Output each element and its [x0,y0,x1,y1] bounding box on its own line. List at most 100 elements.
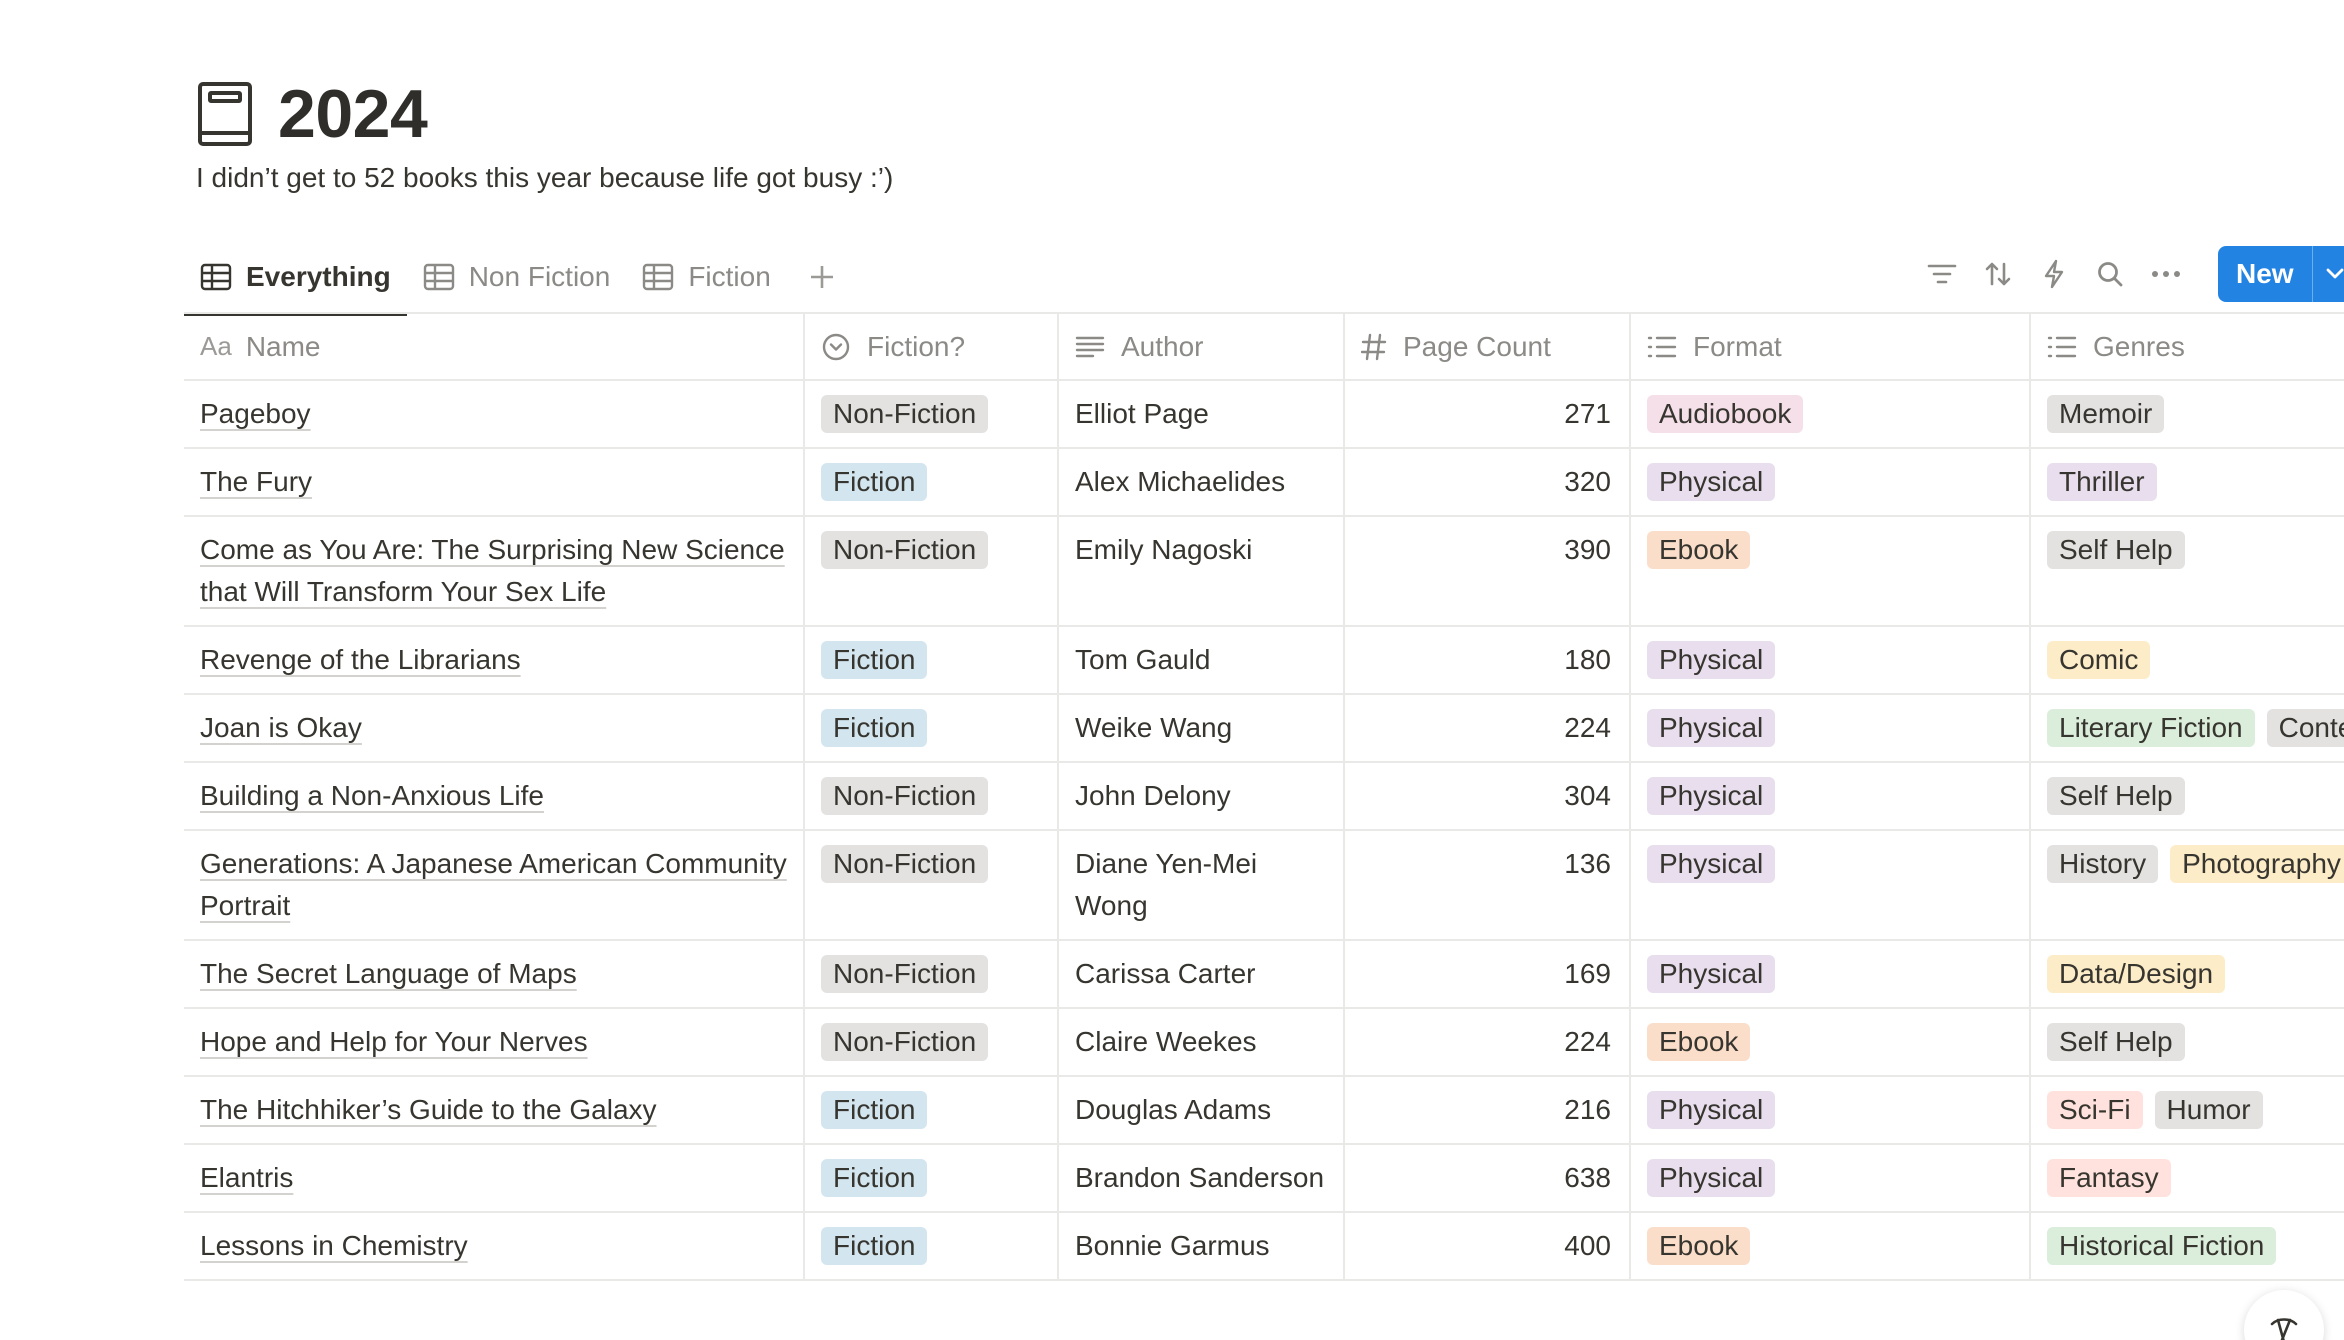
cell-author[interactable]: Tom Gauld [1058,626,1345,695]
cell-name[interactable]: The Hitchhiker’s Guide to the Galaxy [184,1076,805,1145]
cell-author[interactable]: Emily Nagoski [1058,516,1345,627]
cell-page-count[interactable]: 136 [1344,830,1631,941]
cell-author[interactable]: Alex Michaelides [1058,448,1345,517]
book-title-link[interactable]: The Fury [200,466,312,497]
table-row[interactable]: Elantris Fiction Brandon Sanderson 638 Physi… [184,1144,2344,1213]
cell-genres[interactable]: Memoir [2030,380,2344,449]
cell-fiction[interactable]: Fiction [804,448,1059,517]
table-row[interactable]: The Hitchhiker’s Guide to the Galaxy Fict… [184,1076,2344,1145]
cell-format[interactable]: Physical [1630,830,2031,941]
cell-format[interactable]: Ebook [1630,1212,2031,1281]
cell-genres[interactable]: Data/Design [2030,940,2344,1009]
cell-genres[interactable]: Self Help [2030,516,2344,627]
column-header-genres[interactable]: Genres [2030,314,2344,381]
book-title-link[interactable]: Come as You Are: The Surprising New Scie… [200,534,785,607]
book-title-link[interactable]: The Hitchhiker’s Guide to the Galaxy [200,1094,657,1125]
table-row[interactable]: Hope and Help for Your Nerves Non-Fiction… [184,1008,2344,1077]
automation-button[interactable] [2026,246,2082,302]
table-row[interactable]: Joan is Okay Fiction Weike Wang 224 Physical… [184,694,2344,763]
more-button[interactable] [2138,246,2194,302]
cell-genres[interactable]: Fantasy [2030,1144,2344,1213]
table-row[interactable]: Revenge of the Librarians Fiction Tom Gaul… [184,626,2344,695]
cell-fiction[interactable]: Non-Fiction [804,940,1059,1009]
cell-fiction[interactable]: Fiction [804,626,1059,695]
cell-genres[interactable]: Sci-Fi Humor [2030,1076,2344,1145]
cell-name[interactable]: Joan is Okay [184,694,805,763]
cell-page-count[interactable]: 224 [1344,694,1631,763]
cell-name[interactable]: Elantris [184,1144,805,1213]
table-row[interactable]: Lessons in Chemistry Fiction Bonnie Garmus… [184,1212,2344,1281]
cell-format[interactable]: Ebook [1630,516,2031,627]
page-title[interactable]: 2024 [278,78,428,150]
cell-page-count[interactable]: 400 [1344,1212,1631,1281]
table-row[interactable]: The Secret Language of Maps Non-Fiction Ca… [184,940,2344,1009]
book-title-link[interactable]: Generations: A Japanese American Communi… [200,848,787,921]
filter-button[interactable] [1914,246,1970,302]
cell-format[interactable]: Physical [1630,1076,2031,1145]
cell-fiction[interactable]: Fiction [804,1144,1059,1213]
cell-genres[interactable]: Historical Fiction [2030,1212,2344,1281]
tab-fiction[interactable]: Fiction [626,240,786,314]
column-header-page-count[interactable]: Page Count [1344,314,1631,381]
cell-format[interactable]: Physical [1630,448,2031,517]
sort-button[interactable] [1970,246,2026,302]
book-title-link[interactable]: Pageboy [200,398,311,429]
page-description[interactable]: I didn’t get to 52 books this year becau… [196,162,893,194]
new-dropdown-button[interactable] [2311,246,2344,302]
cell-name[interactable]: The Fury [184,448,805,517]
table-row[interactable]: Come as You Are: The Surprising New Scie… [184,516,2344,627]
book-title-link[interactable]: Elantris [200,1162,293,1193]
cell-fiction[interactable]: Fiction [804,1076,1059,1145]
cell-format[interactable]: Physical [1630,1144,2031,1213]
cell-genres[interactable]: Literary Fiction Contemporary [2030,694,2344,763]
cell-page-count[interactable]: 216 [1344,1076,1631,1145]
cell-author[interactable]: Brandon Sanderson [1058,1144,1345,1213]
table-row[interactable]: Building a Non-Anxious Life Non-Fiction Jo… [184,762,2344,831]
cell-author[interactable]: Claire Weekes [1058,1008,1345,1077]
tab-non-fiction[interactable]: Non Fiction [407,240,627,314]
cell-author[interactable]: Diane Yen-Mei Wong [1058,830,1345,941]
add-view-button[interactable] [787,240,857,314]
table-row[interactable]: Pageboy Non-Fiction Elliot Page 271 Audioboo… [184,380,2344,449]
cell-author[interactable]: Weike Wang [1058,694,1345,763]
cell-page-count[interactable]: 224 [1344,1008,1631,1077]
cell-author[interactable]: Elliot Page [1058,380,1345,449]
cell-name[interactable]: Building a Non-Anxious Life [184,762,805,831]
cell-author[interactable]: Bonnie Garmus [1058,1212,1345,1281]
cell-author[interactable]: John Delony [1058,762,1345,831]
cell-name[interactable]: Lessons in Chemistry [184,1212,805,1281]
cell-page-count[interactable]: 169 [1344,940,1631,1009]
new-button[interactable]: New [2218,246,2312,302]
cell-format[interactable]: Physical [1630,762,2031,831]
search-button[interactable] [2082,246,2138,302]
book-title-link[interactable]: Lessons in Chemistry [200,1230,468,1261]
cell-genres[interactable]: History Photography [2030,830,2344,941]
book-title-link[interactable]: Revenge of the Librarians [200,644,521,675]
cell-format[interactable]: Audiobook [1630,380,2031,449]
cell-name[interactable]: Hope and Help for Your Nerves [184,1008,805,1077]
column-header-author[interactable]: Author [1058,314,1345,381]
cell-name[interactable]: Come as You Are: The Surprising New Scie… [184,516,805,627]
cell-format[interactable]: Ebook [1630,1008,2031,1077]
book-title-link[interactable]: Hope and Help for Your Nerves [200,1026,588,1057]
cell-fiction[interactable]: Non-Fiction [804,516,1059,627]
table-row[interactable]: The Fury Fiction Alex Michaelides 320 Physic… [184,448,2344,517]
column-header-name[interactable]: Aa Name [184,314,805,381]
column-header-format[interactable]: Format [1630,314,2031,381]
cell-format[interactable]: Physical [1630,626,2031,695]
cell-name[interactable]: Revenge of the Librarians [184,626,805,695]
cell-fiction[interactable]: Non-Fiction [804,380,1059,449]
cell-author[interactable]: Douglas Adams [1058,1076,1345,1145]
cell-fiction[interactable]: Non-Fiction [804,830,1059,941]
tab-everything[interactable]: Everything [184,240,407,316]
cell-page-count[interactable]: 304 [1344,762,1631,831]
cell-genres[interactable]: Comic [2030,626,2344,695]
book-title-link[interactable]: Building a Non-Anxious Life [200,780,544,811]
cell-page-count[interactable]: 320 [1344,448,1631,517]
cell-genres[interactable]: Self Help [2030,1008,2344,1077]
cell-fiction[interactable]: Fiction [804,694,1059,763]
book-title-link[interactable]: Joan is Okay [200,712,362,743]
cell-fiction[interactable]: Fiction [804,1212,1059,1281]
cell-page-count[interactable]: 180 [1344,626,1631,695]
column-header-fiction[interactable]: Fiction? [804,314,1059,381]
